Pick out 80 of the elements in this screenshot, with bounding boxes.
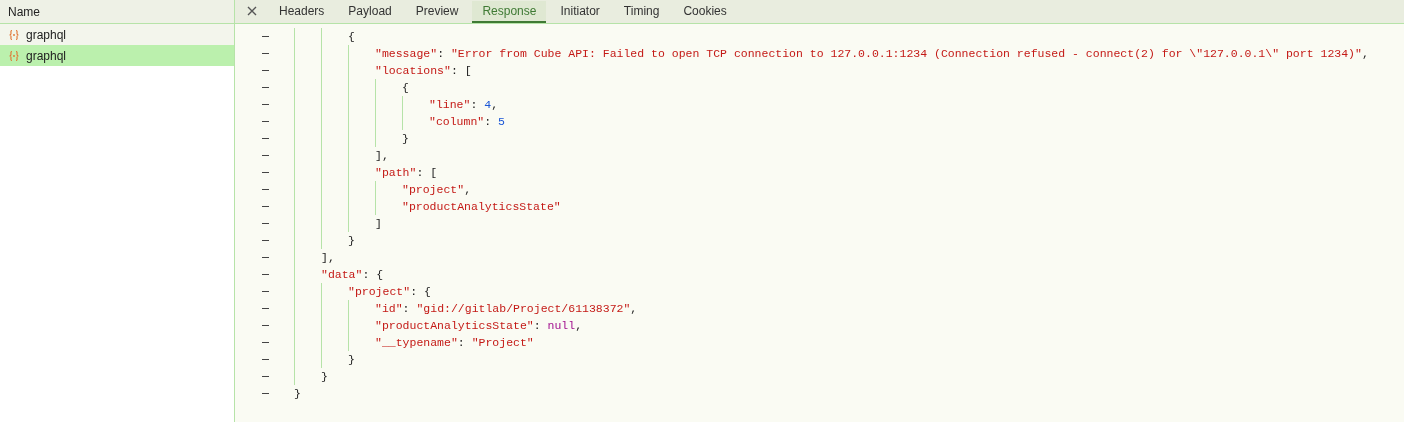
json-punctuation: : xyxy=(437,45,446,62)
json-key: "message" xyxy=(375,44,438,63)
fold-marker-icon[interactable] xyxy=(262,36,269,37)
fold-marker-icon[interactable] xyxy=(262,53,269,54)
fold-marker-icon[interactable] xyxy=(262,393,269,394)
json-key: "data" xyxy=(321,265,363,284)
json-punctuation: , xyxy=(1361,45,1369,62)
json-punctuation: } xyxy=(294,385,301,402)
braces-icon xyxy=(8,49,20,62)
fold-marker-icon[interactable] xyxy=(262,189,269,190)
fold-marker-icon[interactable] xyxy=(262,342,269,343)
json-punctuation: } xyxy=(348,232,355,249)
json-key: "line" xyxy=(429,95,471,114)
fold-marker-icon[interactable] xyxy=(262,155,269,156)
json-punctuation: : xyxy=(457,334,466,351)
close-icon[interactable] xyxy=(247,6,257,16)
json-string: "Error from Cube API: Failed to open TCP connection to 127.0.0.1:1234 (Connection refused - connect(2) for \"127.0.0.1\" port 1234)" xyxy=(450,45,1362,62)
fold-marker-icon[interactable] xyxy=(262,257,269,258)
fold-marker-icon[interactable] xyxy=(262,70,269,71)
json-string: "project" xyxy=(402,181,465,198)
json-punctuation: : xyxy=(533,317,542,334)
fold-marker-icon[interactable] xyxy=(262,138,269,139)
fold-marker-icon[interactable] xyxy=(262,308,269,309)
json-string: "productAnalyticsState" xyxy=(402,198,561,215)
json-key: "id" xyxy=(375,299,403,318)
json-punctuation: , xyxy=(630,300,638,317)
json-key: "__typename" xyxy=(375,333,458,352)
request-name: graphql xyxy=(26,26,67,44)
json-punctuation: , xyxy=(491,96,499,113)
json-punctuation: ] xyxy=(375,215,382,232)
json-punctuation: } xyxy=(348,351,355,368)
tab[interactable]: Response xyxy=(472,1,547,23)
fold-marker-icon[interactable] xyxy=(262,121,269,122)
fold-marker-icon[interactable] xyxy=(262,104,269,105)
fold-marker-icon[interactable] xyxy=(262,223,269,224)
column-header: Name xyxy=(8,3,40,21)
json-string: "Project" xyxy=(471,334,534,351)
fold-marker-icon[interactable] xyxy=(262,206,269,207)
tab[interactable]: Headers xyxy=(269,1,335,23)
json-punctuation: ], xyxy=(321,249,335,266)
json-number: 4 xyxy=(484,96,492,113)
fold-marker-icon[interactable] xyxy=(262,240,269,241)
json-punctuation: , xyxy=(464,181,472,198)
json-key: "productAnalyticsState" xyxy=(375,316,534,335)
json-punctuation: ], xyxy=(375,147,389,164)
fold-marker-icon[interactable] xyxy=(262,291,269,292)
json-key: "path" xyxy=(375,163,417,182)
json-punctuation: , xyxy=(575,317,583,334)
json-punctuation: : xyxy=(402,300,411,317)
json-punctuation: { xyxy=(348,28,355,45)
json-punctuation: : { xyxy=(410,283,431,300)
json-punctuation: } xyxy=(321,368,328,385)
fold-marker-icon[interactable] xyxy=(262,325,269,326)
json-string: "gid://gitlab/Project/61138372" xyxy=(416,300,631,317)
fold-marker-icon[interactable] xyxy=(262,274,269,275)
fold-marker-icon[interactable] xyxy=(262,359,269,360)
json-key: "locations" xyxy=(375,61,451,80)
json-punctuation: : xyxy=(470,96,479,113)
tab[interactable]: Timing xyxy=(613,1,670,23)
json-null: null xyxy=(547,317,576,334)
request-row[interactable]: graphql xyxy=(0,24,234,45)
request-name: graphql xyxy=(26,47,67,65)
tab[interactable]: Cookies xyxy=(673,1,737,23)
json-punctuation: : { xyxy=(362,266,384,283)
json-punctuation: : xyxy=(484,113,493,130)
tab[interactable]: Initiator xyxy=(550,1,610,23)
json-punctuation: { xyxy=(402,79,409,96)
json-punctuation: } xyxy=(402,130,409,147)
fold-marker-icon[interactable] xyxy=(262,87,269,88)
fold-marker-icon[interactable] xyxy=(262,376,269,377)
tab[interactable]: Payload xyxy=(338,1,402,23)
json-punctuation: : [ xyxy=(416,164,438,181)
json-number: 5 xyxy=(498,113,505,130)
braces-icon xyxy=(8,28,20,41)
json-key: "project" xyxy=(348,282,411,301)
request-row[interactable]: graphql xyxy=(0,45,234,66)
json-key: "column" xyxy=(429,112,485,131)
json-punctuation: : [ xyxy=(450,62,472,79)
fold-marker-icon[interactable] xyxy=(262,172,269,173)
tab[interactable]: Preview xyxy=(405,1,469,23)
